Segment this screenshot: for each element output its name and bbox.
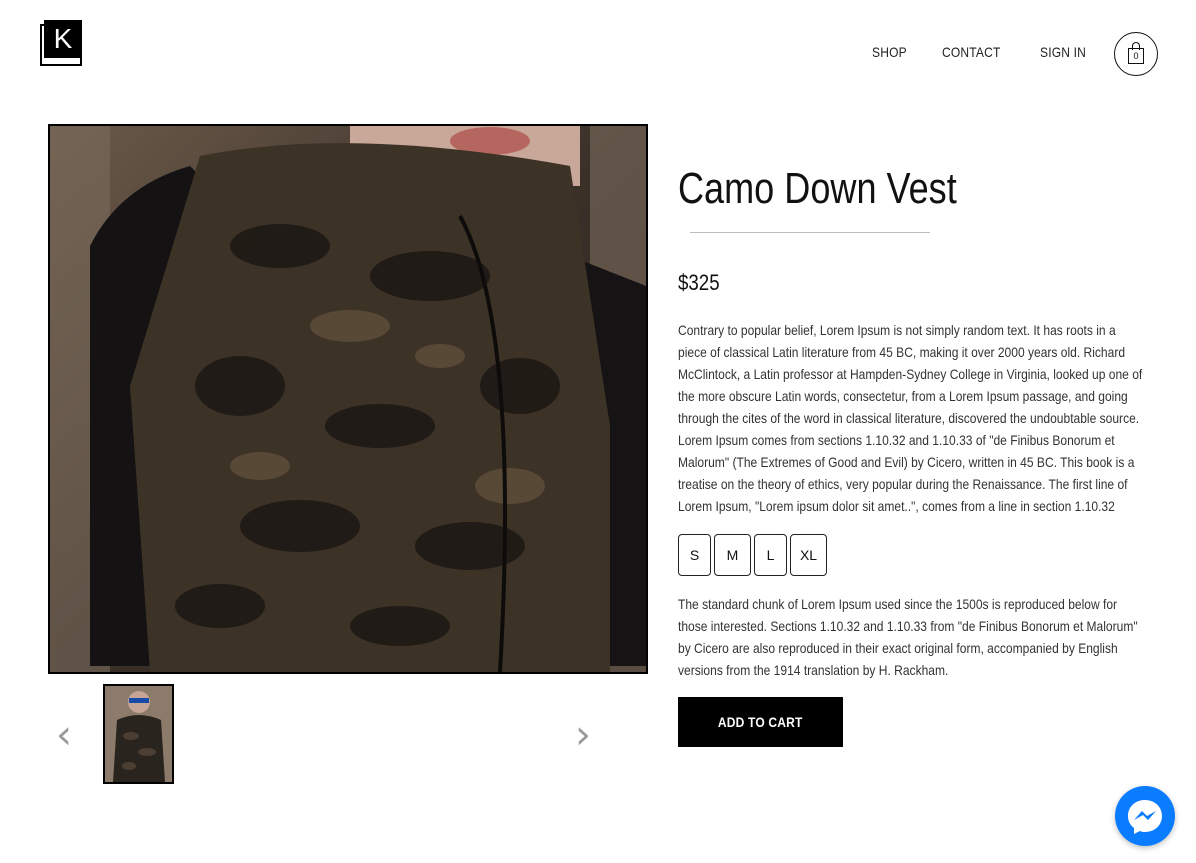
title-divider [690, 232, 930, 233]
logo-letter: K [44, 20, 82, 58]
main-nav: SHOP CONTACT SIGN IN [872, 44, 1094, 60]
add-to-cart-button[interactable]: ADD TO CART [678, 697, 843, 747]
product-description: Contrary to popular belief, Lorem Ipsum … [678, 319, 1146, 517]
product-details: The standard chunk of Lorem Ipsum used s… [678, 593, 1146, 681]
shopping-bag-icon: 0 [1128, 48, 1144, 64]
messenger-icon [1128, 800, 1162, 834]
product-price: $325 [678, 270, 720, 295]
size-option-m[interactable]: M [714, 534, 751, 576]
add-to-cart-label: ADD TO CART [718, 714, 803, 730]
logo[interactable]: K [40, 20, 84, 66]
nav-shop[interactable]: SHOP [872, 44, 907, 60]
product-description-text: Contrary to popular belief, Lorem Ipsum … [678, 322, 1143, 514]
thumbnail-photo [105, 686, 172, 782]
cart-button[interactable]: 0 [1114, 32, 1158, 76]
product-details-text: The standard chunk of Lorem Ipsum used s… [678, 596, 1138, 678]
nav-contact[interactable]: CONTACT [942, 44, 1001, 60]
product-title: Camo Down Vest [678, 164, 957, 213]
gallery-prev-icon[interactable]: ‹ [56, 710, 72, 760]
size-option-xl[interactable]: XL [790, 534, 827, 576]
size-option-s[interactable]: S [678, 534, 711, 576]
size-option-l[interactable]: L [754, 534, 787, 576]
product-main-image [48, 124, 648, 674]
gallery-next-icon[interactable]: › [575, 710, 591, 760]
product-thumbnail[interactable] [103, 684, 174, 784]
messenger-chat-button[interactable] [1115, 786, 1175, 846]
vest-photo [50, 126, 646, 672]
nav-sign-in[interactable]: SIGN IN [1040, 44, 1086, 60]
size-selector: S M L XL [678, 534, 827, 576]
cart-count: 0 [1133, 51, 1139, 61]
